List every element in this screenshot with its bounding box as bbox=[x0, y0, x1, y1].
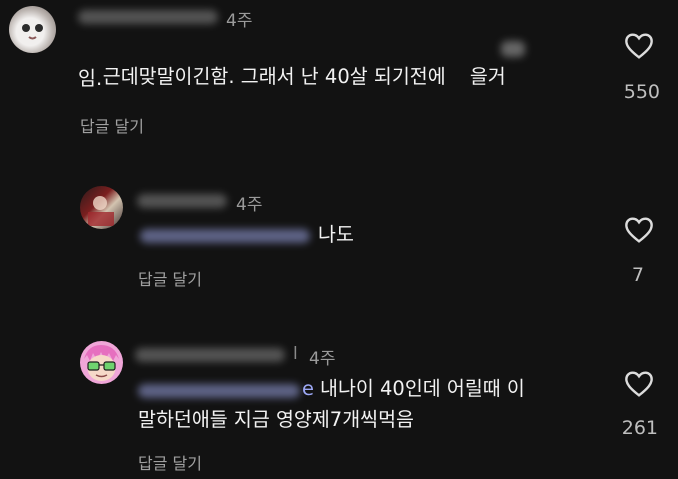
like-count: 550 bbox=[623, 81, 660, 103]
mention-redacted[interactable] bbox=[140, 229, 310, 243]
avatar[interactable] bbox=[80, 341, 123, 384]
comment-text-partial: 을거 bbox=[469, 65, 506, 88]
comment-text-line2: 말하던애들 지금 영양제7개씩먹음 bbox=[138, 408, 414, 431]
heart-outline-icon[interactable] bbox=[622, 30, 656, 62]
like-count: 261 bbox=[621, 417, 658, 439]
reply-button[interactable]: 답글 달기 bbox=[138, 450, 202, 474]
reply-button[interactable]: 답글 달기 bbox=[138, 266, 202, 290]
timestamp: 4주 bbox=[309, 349, 336, 369]
comment-text-line1: 내나이 40인데 어릴때 이 bbox=[320, 377, 525, 400]
heart-outline-icon[interactable] bbox=[622, 368, 656, 400]
comment-text-line2: 임. bbox=[78, 67, 103, 90]
comment-text-line1: 근데맞말이긴함. 그래서 난 40살 되기전에 bbox=[102, 65, 452, 88]
comment-text: 나도 bbox=[318, 223, 354, 246]
heart-outline-icon[interactable] bbox=[622, 214, 656, 246]
username-redacted[interactable] bbox=[78, 10, 218, 24]
cat-avatar-icon bbox=[22, 24, 43, 40]
mention-suffix[interactable]: e bbox=[302, 374, 314, 403]
cartoon-avatar-icon bbox=[84, 345, 119, 381]
username-redacted[interactable] bbox=[137, 194, 227, 208]
comment-text: 근데맞말이긴함. 그래서 난 40살 되기전에 을거 bbox=[78, 33, 506, 120]
redacted-word-blur bbox=[501, 41, 525, 57]
timestamp: 4주 bbox=[226, 11, 253, 31]
photo-avatar-icon bbox=[88, 196, 114, 226]
timestamp: 4주 bbox=[236, 195, 263, 215]
username-suffix: l bbox=[293, 344, 298, 364]
avatar[interactable] bbox=[9, 6, 56, 53]
like-count: 7 bbox=[631, 264, 644, 286]
mention-redacted[interactable] bbox=[138, 384, 300, 398]
reply-button[interactable]: 답글 달기 bbox=[80, 113, 144, 137]
redacted-word bbox=[452, 67, 470, 83]
username-redacted[interactable] bbox=[135, 348, 285, 362]
avatar[interactable] bbox=[80, 186, 123, 229]
